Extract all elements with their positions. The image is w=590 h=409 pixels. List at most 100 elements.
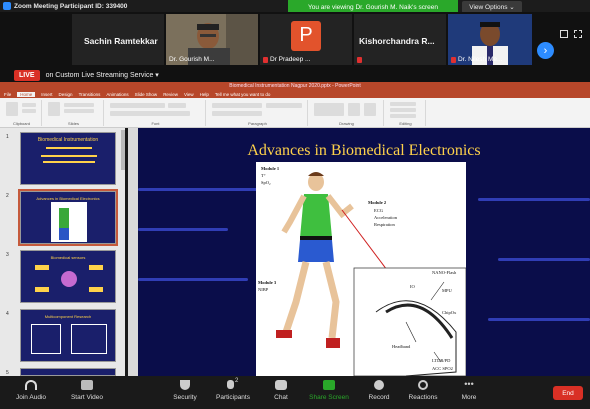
ltdr-pd-label: LTDR/PD: [432, 358, 451, 363]
cut-icon[interactable]: [22, 103, 36, 107]
tab-file[interactable]: File: [4, 92, 11, 97]
find-button[interactable]: [390, 102, 416, 106]
ribbon-group-clipboard: Clipboard: [2, 100, 42, 126]
start-video-button[interactable]: Start Video: [62, 380, 112, 401]
tab-view[interactable]: View: [184, 92, 194, 97]
ribbon-group-label: Drawing: [339, 121, 354, 126]
font-family-select[interactable]: [110, 103, 165, 108]
module-2-ecg: ECG: [374, 208, 383, 213]
module-2-respiration: Respiration: [374, 222, 395, 227]
acc-spo2-label: ACC SPO2: [432, 366, 453, 371]
tab-design[interactable]: Design: [59, 92, 73, 97]
chipox-label: ChipOx: [442, 310, 457, 315]
slide-thumbnail-1[interactable]: Biomedical Instrumentation: [20, 132, 116, 185]
participants-count: 2: [235, 378, 239, 384]
participant-label: Dr. Nilesh Me...: [451, 56, 502, 63]
participant-tile-gourish[interactable]: Dr. Gourish M...: [166, 14, 258, 65]
participant-tile-kishorchandra[interactable]: Kishorchandra R...: [354, 14, 446, 65]
tab-insert[interactable]: Insert: [41, 92, 52, 97]
chat-button[interactable]: Chat: [256, 380, 306, 401]
participants-button[interactable]: 2 Participants: [208, 378, 258, 401]
arrange-button[interactable]: [348, 103, 360, 116]
paste-icon[interactable]: [6, 102, 18, 116]
bullets-buttons[interactable]: [212, 103, 262, 108]
ppt-ribbon: Clipboard Slides Font Paragraph Drawing …: [0, 98, 590, 128]
participant-tile-pradeep[interactable]: P Dr Pradeep ...: [260, 14, 352, 65]
participant-name: Kishorchandra R...: [359, 36, 435, 46]
slide-thumbnail-4[interactable]: Multicomponent Research: [20, 309, 116, 362]
new-slide-icon[interactable]: [48, 102, 60, 116]
meeting-toolbar: Join Audio Start Video Security 2 Partic…: [0, 376, 590, 409]
slide-thumbnail-5[interactable]: [20, 368, 116, 376]
slide-number: 1: [6, 134, 9, 140]
participant-label: Dr Pradeep ...: [263, 56, 310, 63]
module-1-temp: T°: [261, 173, 266, 178]
copy-icon[interactable]: [22, 109, 36, 113]
muted-mic-icon: [451, 56, 456, 63]
nano-flash-label: NANO-Flash: [432, 270, 457, 275]
participant-strip: Sachin Ramtekkar Dr. Gourish M... P Dr P…: [0, 12, 590, 68]
smiley-icon: [418, 380, 428, 390]
wearable-sensor-diagram: Module 1 T° SpO₂ Module 2 ECG Accelerati…: [256, 162, 467, 376]
module-2-label: Module 2: [368, 200, 387, 205]
security-button[interactable]: Security: [160, 380, 210, 401]
tab-transitions[interactable]: Transitions: [79, 92, 101, 97]
alignment-buttons[interactable]: [212, 111, 262, 116]
tab-animations[interactable]: Animations: [106, 92, 128, 97]
live-service-label[interactable]: on Custom Live Streaming Service ▾: [46, 71, 159, 79]
module-3-label: Module 3: [258, 280, 277, 285]
ribbon-group-label: Editing: [399, 121, 412, 126]
tab-slide-show[interactable]: Slide Show: [135, 92, 158, 97]
join-audio-button[interactable]: Join Audio: [6, 380, 56, 401]
thumbnail-title: Multicomponent Research: [44, 314, 92, 319]
replace-button[interactable]: [390, 108, 416, 112]
more-dots-icon: •••: [464, 379, 474, 389]
fullscreen-icon[interactable]: [574, 30, 582, 38]
thumbnail-title: Biomedical sensors: [50, 255, 86, 260]
font-size-select[interactable]: [168, 103, 186, 108]
reactions-button[interactable]: Reactions: [398, 380, 448, 401]
slide-number: 4: [6, 311, 9, 317]
tell-me-search[interactable]: Tell me what you want to do: [215, 92, 271, 97]
muted-mic-icon: [263, 56, 268, 63]
tab-help[interactable]: Help: [200, 92, 209, 97]
module-2-acceleration: Acceleration: [374, 215, 397, 220]
module-1-spo2: SpO₂: [261, 180, 271, 185]
module-1-label: Module 1: [261, 166, 280, 171]
ribbon-group-label: Clipboard: [12, 121, 31, 126]
tab-home[interactable]: Home: [17, 91, 36, 97]
ribbon-group-label: Font: [151, 121, 160, 126]
thumbnail-title: Advances in Biomedical Electronics: [36, 196, 100, 201]
font-style-buttons[interactable]: [110, 111, 190, 116]
slide-number: 2: [6, 193, 9, 199]
mpu-label: MPU: [442, 288, 452, 293]
quick-styles-button[interactable]: [364, 103, 376, 116]
slide-thumbnail-2[interactable]: Advances in Biomedical Electronics: [18, 189, 118, 246]
ribbon-group-paragraph: Paragraph: [208, 100, 308, 126]
layout-button[interactable]: [64, 103, 94, 107]
shapes-gallery[interactable]: [314, 103, 344, 116]
muted-mic-icon: [357, 57, 362, 63]
video-camera-off-icon: [81, 380, 93, 390]
record-button[interactable]: Record: [354, 380, 404, 401]
window-title: Zoom Meeting Participant ID: 339400: [14, 2, 128, 10]
participant-label: Dr. Gourish M...: [169, 56, 215, 63]
gallery-view-icon[interactable]: [560, 30, 568, 38]
participant-tile-sachin[interactable]: Sachin Ramtekkar: [72, 14, 164, 65]
thumbnail-scrollbar[interactable]: [121, 130, 125, 170]
headband-label: Headband: [392, 344, 411, 349]
select-button[interactable]: [390, 114, 416, 118]
end-meeting-button[interactable]: End: [553, 386, 583, 400]
text-direction-button[interactable]: [266, 103, 302, 108]
participant-tile-nilesh[interactable]: Dr. Nilesh Me...: [448, 14, 532, 65]
slide-thumbnail-3[interactable]: Biomedical sensors: [20, 250, 116, 303]
next-page-arrow-icon[interactable]: ›: [537, 42, 554, 59]
live-badge[interactable]: LIVE: [14, 69, 40, 81]
reset-button[interactable]: [64, 109, 94, 113]
more-button[interactable]: ••• More: [444, 379, 494, 402]
ribbon-group-slides: Slides: [44, 100, 104, 126]
live-stream-bar: LIVE on Custom Live Streaming Service ▾: [0, 68, 590, 82]
ppt-window-title: Biomedical Instrumentation Nagpur 2020.p…: [0, 82, 590, 90]
share-screen-button[interactable]: Share Screen: [304, 380, 354, 401]
tab-review[interactable]: Review: [163, 92, 178, 97]
